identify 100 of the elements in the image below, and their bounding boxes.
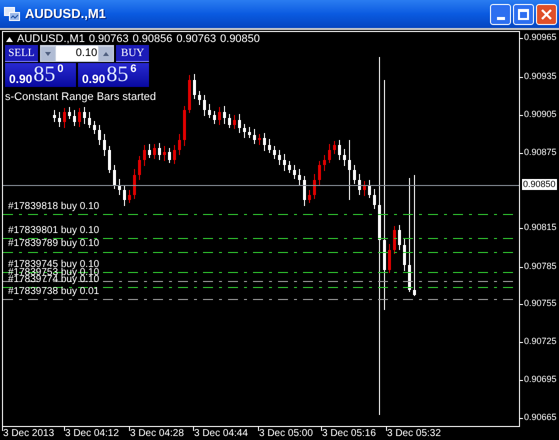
time-label: 3 Dec 05:00 <box>259 429 313 439</box>
candle <box>353 164 356 184</box>
maximize-button[interactable] <box>513 4 534 24</box>
candle <box>213 110 216 124</box>
minimize-button[interactable] <box>490 4 511 24</box>
close-icon <box>541 8 552 20</box>
lot-value: 0.10 <box>56 46 98 61</box>
ohlc-value: 0.90763 <box>176 34 216 45</box>
candle <box>163 146 166 162</box>
candle <box>368 180 371 198</box>
candle <box>103 134 106 156</box>
candle <box>348 140 351 200</box>
sell-button[interactable]: SELL <box>5 45 38 62</box>
price-label: 0.90875 <box>524 148 557 157</box>
close-button[interactable] <box>536 4 557 24</box>
candle <box>153 144 156 160</box>
candle <box>93 120 96 134</box>
candle <box>238 114 241 134</box>
candle <box>98 124 101 146</box>
candle <box>253 128 256 144</box>
time-label: 3 Dec 2013 <box>3 429 54 439</box>
candle <box>203 94 206 116</box>
candle <box>243 124 246 138</box>
candle <box>373 188 376 210</box>
ohlc-value: 0.90850 <box>220 34 260 45</box>
order-label: #17839738 buy 0.01 <box>8 287 100 297</box>
candle <box>78 108 81 128</box>
candle <box>118 178 121 196</box>
candle <box>168 148 171 164</box>
candle <box>108 146 111 174</box>
maximize-icon <box>518 8 529 20</box>
candle <box>228 114 231 128</box>
time-label: 3 Dec 04:28 <box>130 429 184 439</box>
candle <box>273 146 276 160</box>
price-label: 0.90935 <box>524 72 557 81</box>
candle <box>303 176 306 206</box>
candle <box>323 154 326 172</box>
candle <box>208 104 211 118</box>
time-label: 3 Dec 04:44 <box>194 429 248 439</box>
ohlc-value: 0.90856 <box>132 34 172 45</box>
candle <box>308 190 311 204</box>
candle <box>338 140 341 160</box>
status-message: s-Constant Range Bars started <box>5 92 156 103</box>
chart-symbol: AUDUSD.,M1 <box>17 34 85 45</box>
order-label: #17839801 buy 0.10 <box>8 226 100 236</box>
candle <box>113 164 116 190</box>
candle <box>328 144 331 164</box>
price-label: 0.90965 <box>524 33 557 42</box>
order-label: #17839789 buy 0.10 <box>8 239 100 249</box>
order-label: #17839818 buy 0.10 <box>8 202 100 212</box>
candle <box>193 74 196 100</box>
lot-size-field[interactable]: 0.10 <box>40 45 114 62</box>
candle <box>293 164 296 180</box>
candle <box>278 150 281 166</box>
candle <box>148 144 151 158</box>
candle <box>268 138 271 154</box>
candle <box>88 112 91 128</box>
candle <box>178 134 181 156</box>
candle <box>333 140 336 154</box>
price-label: 0.90725 <box>524 337 557 346</box>
price-label: 0.90815 <box>524 223 557 232</box>
candle <box>313 174 316 200</box>
current-price-label: 0.90850 <box>522 179 557 190</box>
candle <box>143 144 146 166</box>
candle <box>363 180 366 196</box>
minimize-icon <box>496 16 504 20</box>
window-title: AUDUSD.,M1 <box>25 5 106 24</box>
candle <box>63 108 66 128</box>
time-label: 3 Dec 04:12 <box>65 429 119 439</box>
window-icon <box>4 7 20 21</box>
candle <box>188 74 191 114</box>
candle <box>133 168 136 200</box>
candle <box>158 142 161 160</box>
candle <box>248 126 251 138</box>
candle <box>398 224 401 250</box>
candle <box>128 190 131 204</box>
buy-button[interactable]: BUY <box>116 45 149 62</box>
ohlc-value: 0.90763 <box>88 34 129 45</box>
price-label: 0.90905 <box>524 110 557 119</box>
candle <box>393 226 396 254</box>
candle <box>73 110 76 126</box>
order-label: #17839774 buy 0.10 <box>8 275 100 285</box>
candle <box>123 186 126 206</box>
time-label: 3 Dec 05:16 <box>322 429 376 439</box>
candle <box>283 154 286 172</box>
candle <box>223 106 226 124</box>
candle <box>298 168 301 186</box>
collapse-arrow-icon[interactable] <box>6 37 13 42</box>
price-label: 0.90755 <box>524 299 557 308</box>
price-label: 0.90785 <box>524 262 557 271</box>
candle <box>138 156 141 180</box>
candle <box>183 106 186 146</box>
candle <box>343 148 346 166</box>
candle <box>198 90 201 106</box>
candle <box>68 106 71 120</box>
candle <box>83 106 86 124</box>
candle <box>358 174 361 196</box>
candle <box>233 114 236 130</box>
candle <box>58 112 61 128</box>
price-label: 0.90665 <box>524 413 557 422</box>
